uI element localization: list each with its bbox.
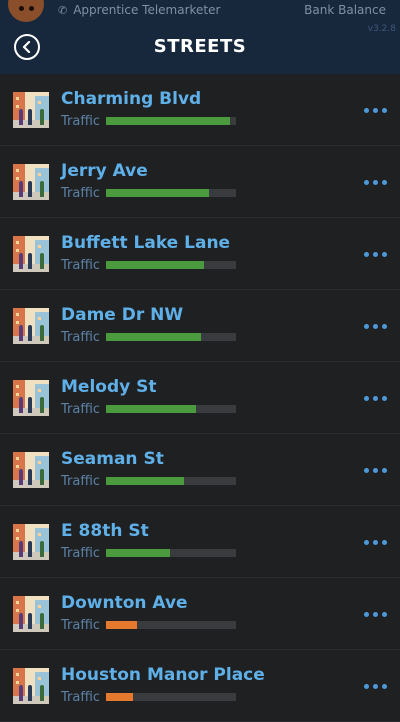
street-row[interactable]: E 88th St Traffic: [0, 506, 400, 578]
street-thumbnail: [13, 164, 49, 200]
traffic-bar: [106, 477, 236, 485]
traffic-bar: [106, 333, 236, 341]
street-thumbnail: [13, 308, 49, 344]
traffic-bar-fill: [106, 189, 209, 197]
traffic-label: Traffic: [61, 618, 101, 633]
street-row[interactable]: Houston Manor Place Traffic: [0, 650, 400, 722]
traffic-bar: [106, 261, 236, 269]
street-thumbnail: [13, 524, 49, 560]
more-options-icon[interactable]: [364, 684, 387, 689]
street-name: Seaman St: [61, 449, 164, 469]
street-thumbnail: [13, 452, 49, 488]
phone-icon: ✆: [58, 3, 68, 17]
street-name: Melody St: [61, 377, 157, 397]
traffic-bar: [106, 405, 236, 413]
more-options-icon[interactable]: [364, 612, 387, 617]
version-label: v3.2.8: [367, 24, 396, 34]
bank-balance-label[interactable]: Bank Balance: [304, 3, 386, 17]
traffic-bar-fill: [106, 405, 196, 413]
traffic-bar-fill: [106, 117, 230, 125]
street-name: Houston Manor Place: [61, 665, 265, 685]
traffic-bar: [106, 693, 236, 701]
traffic-label: Traffic: [61, 402, 101, 417]
traffic-label: Traffic: [61, 258, 101, 273]
street-name: Downton Ave: [61, 593, 188, 613]
street-row[interactable]: Seaman St Traffic: [0, 434, 400, 506]
traffic-label: Traffic: [61, 474, 101, 489]
page-title: STREETS: [153, 36, 247, 57]
traffic-bar: [106, 189, 236, 197]
street-name: Dame Dr NW: [61, 305, 184, 325]
job-title: ✆ Apprentice Telemarketer: [58, 3, 220, 17]
job-title-text: Apprentice Telemarketer: [73, 3, 221, 17]
street-thumbnail: [13, 596, 49, 632]
traffic-label: Traffic: [61, 114, 101, 129]
page-header: v3.2.8 STREETS: [0, 22, 400, 74]
avatar[interactable]: [8, 0, 44, 22]
traffic-bar-fill: [106, 477, 184, 485]
traffic-bar-fill: [106, 261, 204, 269]
traffic-bar-fill: [106, 333, 201, 341]
traffic-label: Traffic: [61, 546, 101, 561]
street-row[interactable]: Dame Dr NW Traffic: [0, 290, 400, 362]
street-row[interactable]: Downton Ave Traffic: [0, 578, 400, 650]
street-thumbnail: [13, 668, 49, 704]
street-name: E 88th St: [61, 521, 149, 541]
street-thumbnail: [13, 92, 49, 128]
more-options-icon[interactable]: [364, 108, 387, 113]
traffic-label: Traffic: [61, 330, 101, 345]
traffic-bar: [106, 117, 236, 125]
more-options-icon[interactable]: [364, 252, 387, 257]
traffic-bar-fill: [106, 621, 138, 629]
street-row[interactable]: Buffett Lake Lane Traffic: [0, 218, 400, 290]
street-row[interactable]: Charming Blvd Traffic: [0, 74, 400, 146]
street-row[interactable]: Jerry Ave Traffic: [0, 146, 400, 218]
traffic-bar-fill: [106, 549, 170, 557]
street-thumbnail: [13, 236, 49, 272]
traffic-label: Traffic: [61, 690, 101, 705]
more-options-icon[interactable]: [364, 180, 387, 185]
street-row[interactable]: Melody St Traffic: [0, 362, 400, 434]
street-list: Charming Blvd Traffic Jerry Ave Traffic: [0, 74, 400, 722]
status-bar: ✆ Apprentice Telemarketer Bank Balance: [0, 0, 400, 22]
street-name: Charming Blvd: [61, 89, 202, 109]
traffic-bar-fill: [106, 693, 134, 701]
traffic-bar: [106, 549, 236, 557]
more-options-icon[interactable]: [364, 396, 387, 401]
more-options-icon[interactable]: [364, 324, 387, 329]
more-options-icon[interactable]: [364, 468, 387, 473]
more-options-icon[interactable]: [364, 540, 387, 545]
traffic-label: Traffic: [61, 186, 101, 201]
street-name: Jerry Ave: [61, 161, 148, 181]
street-name: Buffett Lake Lane: [61, 233, 231, 253]
street-thumbnail: [13, 380, 49, 416]
traffic-bar: [106, 621, 236, 629]
